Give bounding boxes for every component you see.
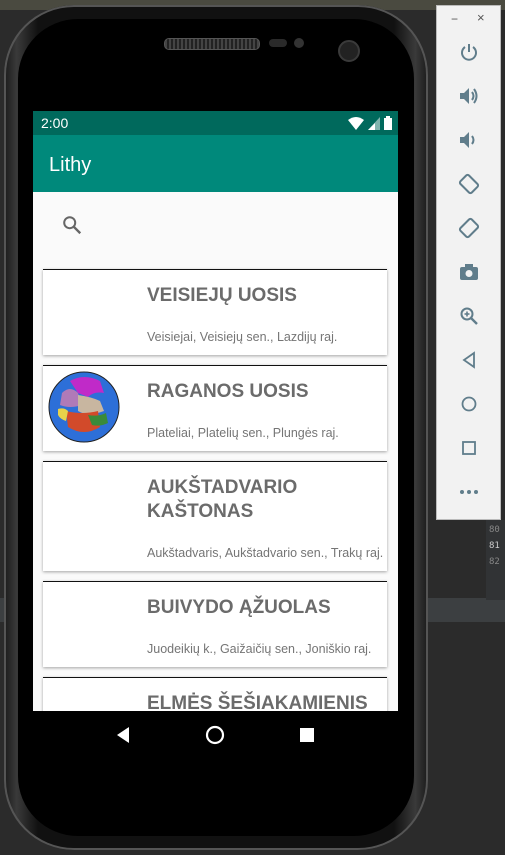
rotate-right-button[interactable]: [457, 216, 481, 240]
rotate-left-icon: [458, 173, 480, 195]
volume-down-icon: [460, 132, 475, 148]
close-button[interactable]: ×: [477, 10, 485, 25]
device-screen: 2:00 Lithy VEISIEJŲ UOSIS Veisiejai, Vei…: [33, 111, 398, 711]
list-item[interactable]: RAGANOS UOSIS Plateliai, Platelių sen., …: [43, 365, 387, 451]
zoom-button[interactable]: [457, 304, 481, 328]
overview-icon: [462, 441, 476, 455]
minimize-button[interactable]: −: [451, 12, 458, 26]
globe-image: [48, 371, 120, 443]
emulator-toolbar: − ×: [436, 5, 501, 520]
back-button[interactable]: [111, 723, 135, 747]
list-item[interactable]: ELMĖS ŠEŠIAKAMIENIS: [43, 677, 387, 711]
camera-icon: [460, 264, 478, 280]
overview-button[interactable]: [295, 723, 319, 747]
emu-home-button[interactable]: [457, 392, 481, 416]
tree-name: VEISIEJŲ UOSIS: [147, 285, 297, 306]
home-button[interactable]: [203, 723, 227, 747]
tree-location: Juodeikių k., Gaižaičių sen., Joniškio r…: [147, 642, 372, 656]
rotate-left-button[interactable]: [457, 172, 481, 196]
list-item[interactable]: AUKŠTADVARIO KAŠTONAS Aukštadvaris, Aukš…: [43, 461, 387, 571]
screenshot-button[interactable]: [457, 260, 481, 284]
list-item[interactable]: BUIVYDO ĄŽUOLAS Juodeikių k., Gaižaičių …: [43, 581, 387, 667]
tree-thumbnail: [48, 371, 120, 443]
more-button[interactable]: [457, 480, 481, 504]
emu-overview-button[interactable]: [457, 436, 481, 460]
power-button[interactable]: [457, 40, 481, 64]
tree-name: AUKŠTADVARIO KAŠTONAS: [147, 477, 298, 522]
home-icon: [461, 396, 477, 412]
navigation-bar: [33, 711, 398, 759]
rotate-right-icon: [458, 217, 480, 239]
status-time: 2:00: [41, 115, 69, 131]
search-icon[interactable]: [61, 214, 83, 236]
home-icon: [205, 725, 225, 745]
signal-icon: [368, 116, 380, 130]
status-bar: 2:00: [33, 111, 398, 135]
back-icon: [117, 727, 129, 743]
more-icon: [460, 490, 478, 494]
tree-name: RAGANOS UOSIS: [147, 381, 309, 402]
app-bar: Lithy: [33, 135, 398, 192]
emu-back-button[interactable]: [457, 348, 481, 372]
ide-line-numbers: 80 81 82: [489, 522, 500, 570]
back-icon: [462, 351, 475, 369]
line-number: 81: [489, 541, 500, 551]
proximity-sensor: [269, 39, 287, 47]
front-camera: [338, 40, 360, 62]
volume-up-button[interactable]: [457, 84, 481, 108]
tree-name: BUIVYDO ĄŽUOLAS: [147, 597, 331, 618]
light-sensor: [294, 38, 304, 48]
status-icons: [348, 116, 392, 130]
zoom-icon: [460, 307, 478, 325]
tree-name: ELMĖS ŠEŠIAKAMIENIS: [147, 693, 368, 711]
tree-location: Veisiejai, Veisiejų sen., Lazdijų raj.: [147, 330, 338, 344]
power-icon: [461, 44, 477, 61]
app-title: Lithy: [49, 154, 92, 176]
list-item[interactable]: VEISIEJŲ UOSIS Veisiejai, Veisiejų sen.,…: [43, 269, 387, 355]
line-number: 82: [489, 557, 500, 567]
volume-up-icon: [460, 88, 478, 104]
battery-icon: [384, 116, 392, 130]
volume-down-button[interactable]: [457, 128, 481, 152]
tree-location: Aukštadvaris, Aukštadvario sen., Trakų r…: [147, 546, 384, 560]
overview-icon: [300, 728, 314, 742]
tree-location: Plateliai, Platelių sen., Plungės raj.: [147, 426, 339, 440]
emulator-titlebar: − ×: [437, 6, 500, 32]
wifi-icon: [348, 116, 364, 130]
speaker-grille: [164, 38, 260, 50]
line-number: 80: [489, 525, 500, 535]
search-bar[interactable]: [33, 192, 398, 264]
